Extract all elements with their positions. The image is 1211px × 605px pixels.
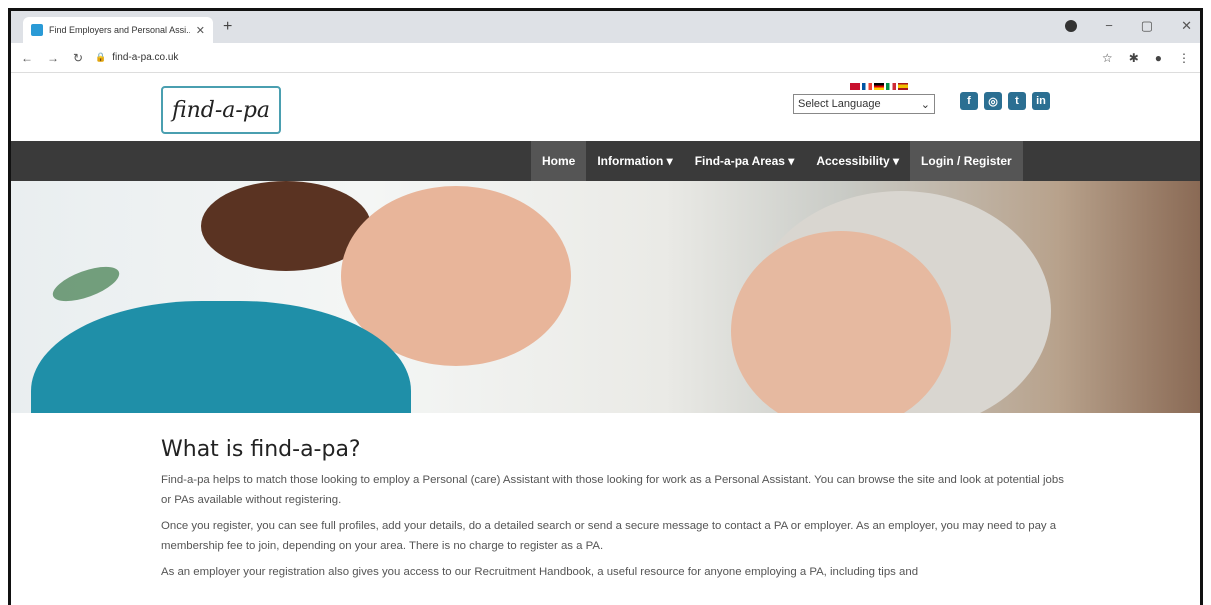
address-bar: ← → ↻ 🔒 find-a-pa.co.uk ☆ ✱ ● ⋮ bbox=[11, 43, 1200, 73]
nav-accessibility[interactable]: Accessibility ▾ bbox=[805, 141, 910, 181]
tab-strip: Find Employers and Personal Assi... ✕ + … bbox=[11, 11, 1200, 43]
nav-information[interactable]: Information ▾ bbox=[586, 141, 683, 181]
chevron-down-icon: ⌄ bbox=[920, 98, 930, 111]
main-nav: Home Information ▾ Find-a-pa Areas ▾ Acc… bbox=[11, 141, 1200, 181]
minimize-icon[interactable]: − bbox=[1105, 18, 1113, 34]
logo-text: find-a-pa bbox=[171, 97, 271, 123]
site-logo[interactable]: find-a-pa bbox=[161, 86, 281, 134]
nav-login-register[interactable]: Login / Register bbox=[910, 141, 1023, 181]
extensions-icon[interactable]: ✱ bbox=[1129, 51, 1139, 65]
tab-title: Find Employers and Personal Assi... bbox=[49, 25, 190, 35]
language-flags bbox=[823, 83, 935, 90]
linkedin-icon[interactable]: in bbox=[1032, 92, 1050, 110]
profile-icon[interactable]: ● bbox=[1155, 51, 1162, 65]
handbook-paragraph: As an employer your registration also gi… bbox=[161, 566, 919, 578]
forward-icon[interactable]: → bbox=[47, 51, 59, 65]
nav-home[interactable]: Home bbox=[531, 141, 587, 181]
record-icon[interactable] bbox=[1065, 20, 1078, 32]
reload-icon[interactable]: ↻ bbox=[73, 51, 83, 65]
main-content: What is find-a-pa? Find-a-pa helps to ma… bbox=[11, 413, 1071, 582]
nav-find-a-pa-areas[interactable]: Find-a-pa Areas ▾ bbox=[684, 141, 806, 181]
flag-es-icon[interactable] bbox=[898, 83, 908, 90]
register-paragraph: Once you register, you can see full prof… bbox=[161, 520, 1057, 552]
language-select[interactable]: Select Language ⌄ bbox=[793, 94, 935, 114]
maximize-icon[interactable]: ▢ bbox=[1141, 18, 1153, 34]
flag-de-icon[interactable] bbox=[874, 83, 884, 90]
social-links: f ◎ t in bbox=[960, 92, 1050, 110]
lock-icon: 🔒 bbox=[95, 52, 107, 62]
bookmark-star-icon[interactable]: ☆ bbox=[1102, 51, 1113, 65]
url-field[interactable]: 🔒 find-a-pa.co.uk bbox=[95, 52, 1102, 63]
instagram-icon[interactable]: ◎ bbox=[984, 92, 1002, 110]
flag-fr-icon[interactable] bbox=[862, 83, 872, 90]
url-text: find-a-pa.co.uk bbox=[112, 52, 179, 63]
flag-uk-icon[interactable] bbox=[850, 83, 860, 90]
favicon-icon bbox=[31, 24, 43, 36]
close-tab-icon[interactable]: ✕ bbox=[196, 24, 205, 37]
intro-paragraph: Find-a-pa helps to match those looking t… bbox=[161, 474, 1064, 506]
site-header: find-a-pa Select Language ⌄ f ◎ t in bbox=[11, 73, 1200, 141]
facebook-icon[interactable]: f bbox=[960, 92, 978, 110]
menu-icon[interactable]: ⋮ bbox=[1178, 51, 1190, 65]
twitter-icon[interactable]: t bbox=[1008, 92, 1026, 110]
close-window-icon[interactable]: ✕ bbox=[1181, 18, 1192, 34]
browser-tab[interactable]: Find Employers and Personal Assi... ✕ bbox=[23, 17, 213, 43]
hero-image bbox=[11, 181, 1200, 413]
page-title: What is find-a-pa? bbox=[161, 437, 361, 462]
new-tab-icon[interactable]: + bbox=[223, 18, 232, 36]
plant-leaf bbox=[48, 259, 124, 309]
back-icon[interactable]: ← bbox=[21, 51, 33, 65]
language-select-value: Select Language bbox=[798, 98, 881, 110]
flag-it-icon[interactable] bbox=[886, 83, 896, 90]
language-selector: Select Language ⌄ bbox=[793, 83, 935, 114]
browser-window: Find Employers and Personal Assi... ✕ + … bbox=[8, 8, 1203, 605]
window-controls: − ▢ ✕ bbox=[1065, 18, 1192, 34]
